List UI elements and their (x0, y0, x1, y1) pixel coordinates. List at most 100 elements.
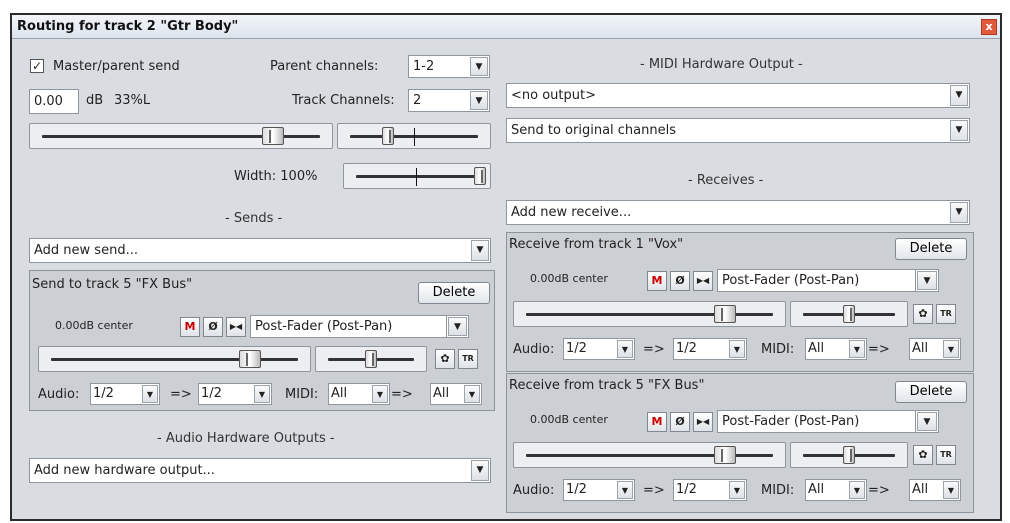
delete-receive-button[interactable]: Delete (895, 381, 967, 403)
audio-src-value: 1/2 (566, 341, 587, 356)
audio-arrow: => (643, 342, 665, 357)
midi-dst-value: All (912, 482, 929, 497)
midi-dst-select[interactable]: All ▼ (909, 479, 961, 501)
midi-dst-select[interactable]: All ▼ (909, 338, 961, 360)
slider-knob[interactable] (843, 305, 855, 323)
send-volume-slider[interactable] (38, 346, 311, 372)
add-send-select[interactable]: Add new send... ▼ (29, 238, 491, 263)
midi-src-value: All (808, 482, 825, 497)
receive-mode-value: Post-Fader (Post-Pan) (722, 414, 860, 429)
sends-header: - Sends - (225, 211, 283, 226)
add-hw-output-placeholder: Add new hardware output... (34, 463, 215, 478)
add-hw-output-select[interactable]: Add new hardware output... ▼ (29, 458, 491, 483)
mono-button[interactable]: ▶◀ (226, 317, 246, 337)
midi-hw-header: - MIDI Hardware Output - (640, 57, 803, 72)
phase-invert-button[interactable]: Ø (203, 317, 223, 337)
parent-channels-select[interactable]: 1-2 ▼ (408, 55, 490, 78)
send-mode-select[interactable]: Post-Fader (Post-Pan) (250, 315, 469, 338)
chevron-down-icon: ▼ (617, 481, 633, 499)
parent-channels-label: Parent channels: (270, 59, 379, 74)
chevron-down-icon: ▼ (943, 481, 959, 499)
chevron-down-icon: ▼ (448, 317, 467, 336)
delete-receive-button[interactable]: Delete (895, 238, 967, 260)
audio-label: Audio: (513, 483, 555, 498)
receive-mode-dropdown[interactable]: ▼ (915, 269, 939, 292)
midi-label: MIDI: (761, 342, 795, 357)
send-panel: Send to track 5 "FX Bus" Delete 0.00dB c… (29, 270, 495, 411)
delete-send-button[interactable]: Delete (418, 282, 490, 304)
audio-dst-value: 1/2 (201, 386, 222, 401)
receives-header: - Receives - (688, 173, 764, 188)
trim-icon[interactable]: TR (936, 445, 956, 465)
chevron-down-icon: ▼ (254, 385, 270, 403)
receive-level-text: 0.00dB center (530, 272, 608, 285)
window-title: Routing for track 2 "Gtr Body" (17, 19, 239, 34)
chevron-down-icon: ▼ (470, 57, 488, 76)
mute-button[interactable]: M (180, 317, 200, 337)
receive-volume-slider[interactable] (513, 442, 786, 468)
title-bar: Routing for track 2 "Gtr Body" x (12, 15, 1000, 39)
receive-pan-slider[interactable] (790, 301, 908, 327)
midi-src-select[interactable]: All ▼ (805, 479, 867, 501)
slider-knob[interactable] (262, 127, 284, 145)
mute-button[interactable]: M (647, 412, 667, 432)
midi-src-select[interactable]: All ▼ (328, 383, 390, 405)
master-volume-slider[interactable] (29, 123, 333, 149)
envelope-icon[interactable]: ✿ (913, 445, 933, 465)
master-send-checkbox[interactable]: ✓ (30, 59, 44, 73)
midi-arrow: => (868, 342, 890, 357)
midi-channels-select[interactable]: Send to original channels ▼ (506, 118, 970, 143)
slider-knob[interactable] (382, 127, 394, 145)
slider-knob[interactable] (239, 350, 261, 368)
volume-input[interactable]: 0.00 (29, 89, 79, 114)
envelope-icon[interactable]: ✿ (913, 304, 933, 324)
chevron-down-icon: ▼ (943, 340, 959, 358)
center-mark (414, 128, 415, 146)
slider-knob[interactable] (365, 350, 377, 368)
audio-src-select[interactable]: 1/2 ▼ (563, 479, 635, 501)
mono-button[interactable]: ▶◀ (693, 412, 713, 432)
pan-text: 33%L (114, 93, 151, 108)
mute-button[interactable]: M (647, 271, 667, 291)
add-send-placeholder: Add new send... (34, 243, 138, 258)
phase-invert-button[interactable]: Ø (670, 412, 690, 432)
receive-level-text: 0.00dB center (530, 413, 608, 426)
slider-knob[interactable] (714, 446, 736, 464)
slider-knob[interactable] (714, 305, 736, 323)
midi-src-value: All (808, 341, 825, 356)
chevron-down-icon: ▼ (849, 481, 865, 499)
receive-mode-select[interactable]: Post-Fader (Post-Pan) (717, 269, 939, 292)
track-channels-select[interactable]: 2 ▼ (408, 89, 490, 112)
receive-pan-slider[interactable] (790, 442, 908, 468)
envelope-icon[interactable]: ✿ (435, 349, 455, 369)
slider-track (356, 175, 478, 178)
slider-knob[interactable] (474, 167, 486, 185)
midi-dst-select[interactable]: All ▼ (430, 383, 482, 405)
midi-src-select[interactable]: All ▼ (805, 338, 867, 360)
trim-icon[interactable]: TR (458, 349, 478, 369)
audio-src-value: 1/2 (93, 386, 114, 401)
close-icon[interactable]: x (981, 19, 997, 35)
phase-invert-button[interactable]: Ø (670, 271, 690, 291)
chevron-down-icon: ▼ (950, 85, 968, 106)
trim-icon[interactable]: TR (936, 304, 956, 324)
receive-mode-select[interactable]: Post-Fader (Post-Pan) (717, 410, 939, 433)
mono-button[interactable]: ▶◀ (693, 271, 713, 291)
receive-title: Receive from track 1 "Vox" (509, 237, 684, 252)
width-slider[interactable] (343, 163, 491, 189)
audio-src-select[interactable]: 1/2 ▼ (563, 338, 635, 360)
audio-dst-select[interactable]: 1/2 ▼ (673, 479, 747, 501)
receive-volume-slider[interactable] (513, 301, 786, 327)
slider-knob[interactable] (843, 446, 855, 464)
send-mode-dropdown[interactable]: ▼ (446, 315, 469, 338)
audio-dst-select[interactable]: 1/2 ▼ (198, 383, 272, 405)
audio-src-select[interactable]: 1/2 ▼ (90, 383, 160, 405)
midi-output-select[interactable]: <no output> ▼ (506, 83, 970, 108)
send-pan-slider[interactable] (315, 346, 427, 372)
add-receive-select[interactable]: Add new receive... ▼ (506, 200, 970, 225)
audio-dst-select[interactable]: 1/2 ▼ (673, 338, 747, 360)
hw-outputs-header: - Audio Hardware Outputs - (157, 431, 335, 446)
master-pan-slider[interactable] (337, 123, 491, 149)
send-level-text: 0.00dB center (55, 319, 133, 332)
receive-mode-dropdown[interactable]: ▼ (915, 410, 939, 433)
